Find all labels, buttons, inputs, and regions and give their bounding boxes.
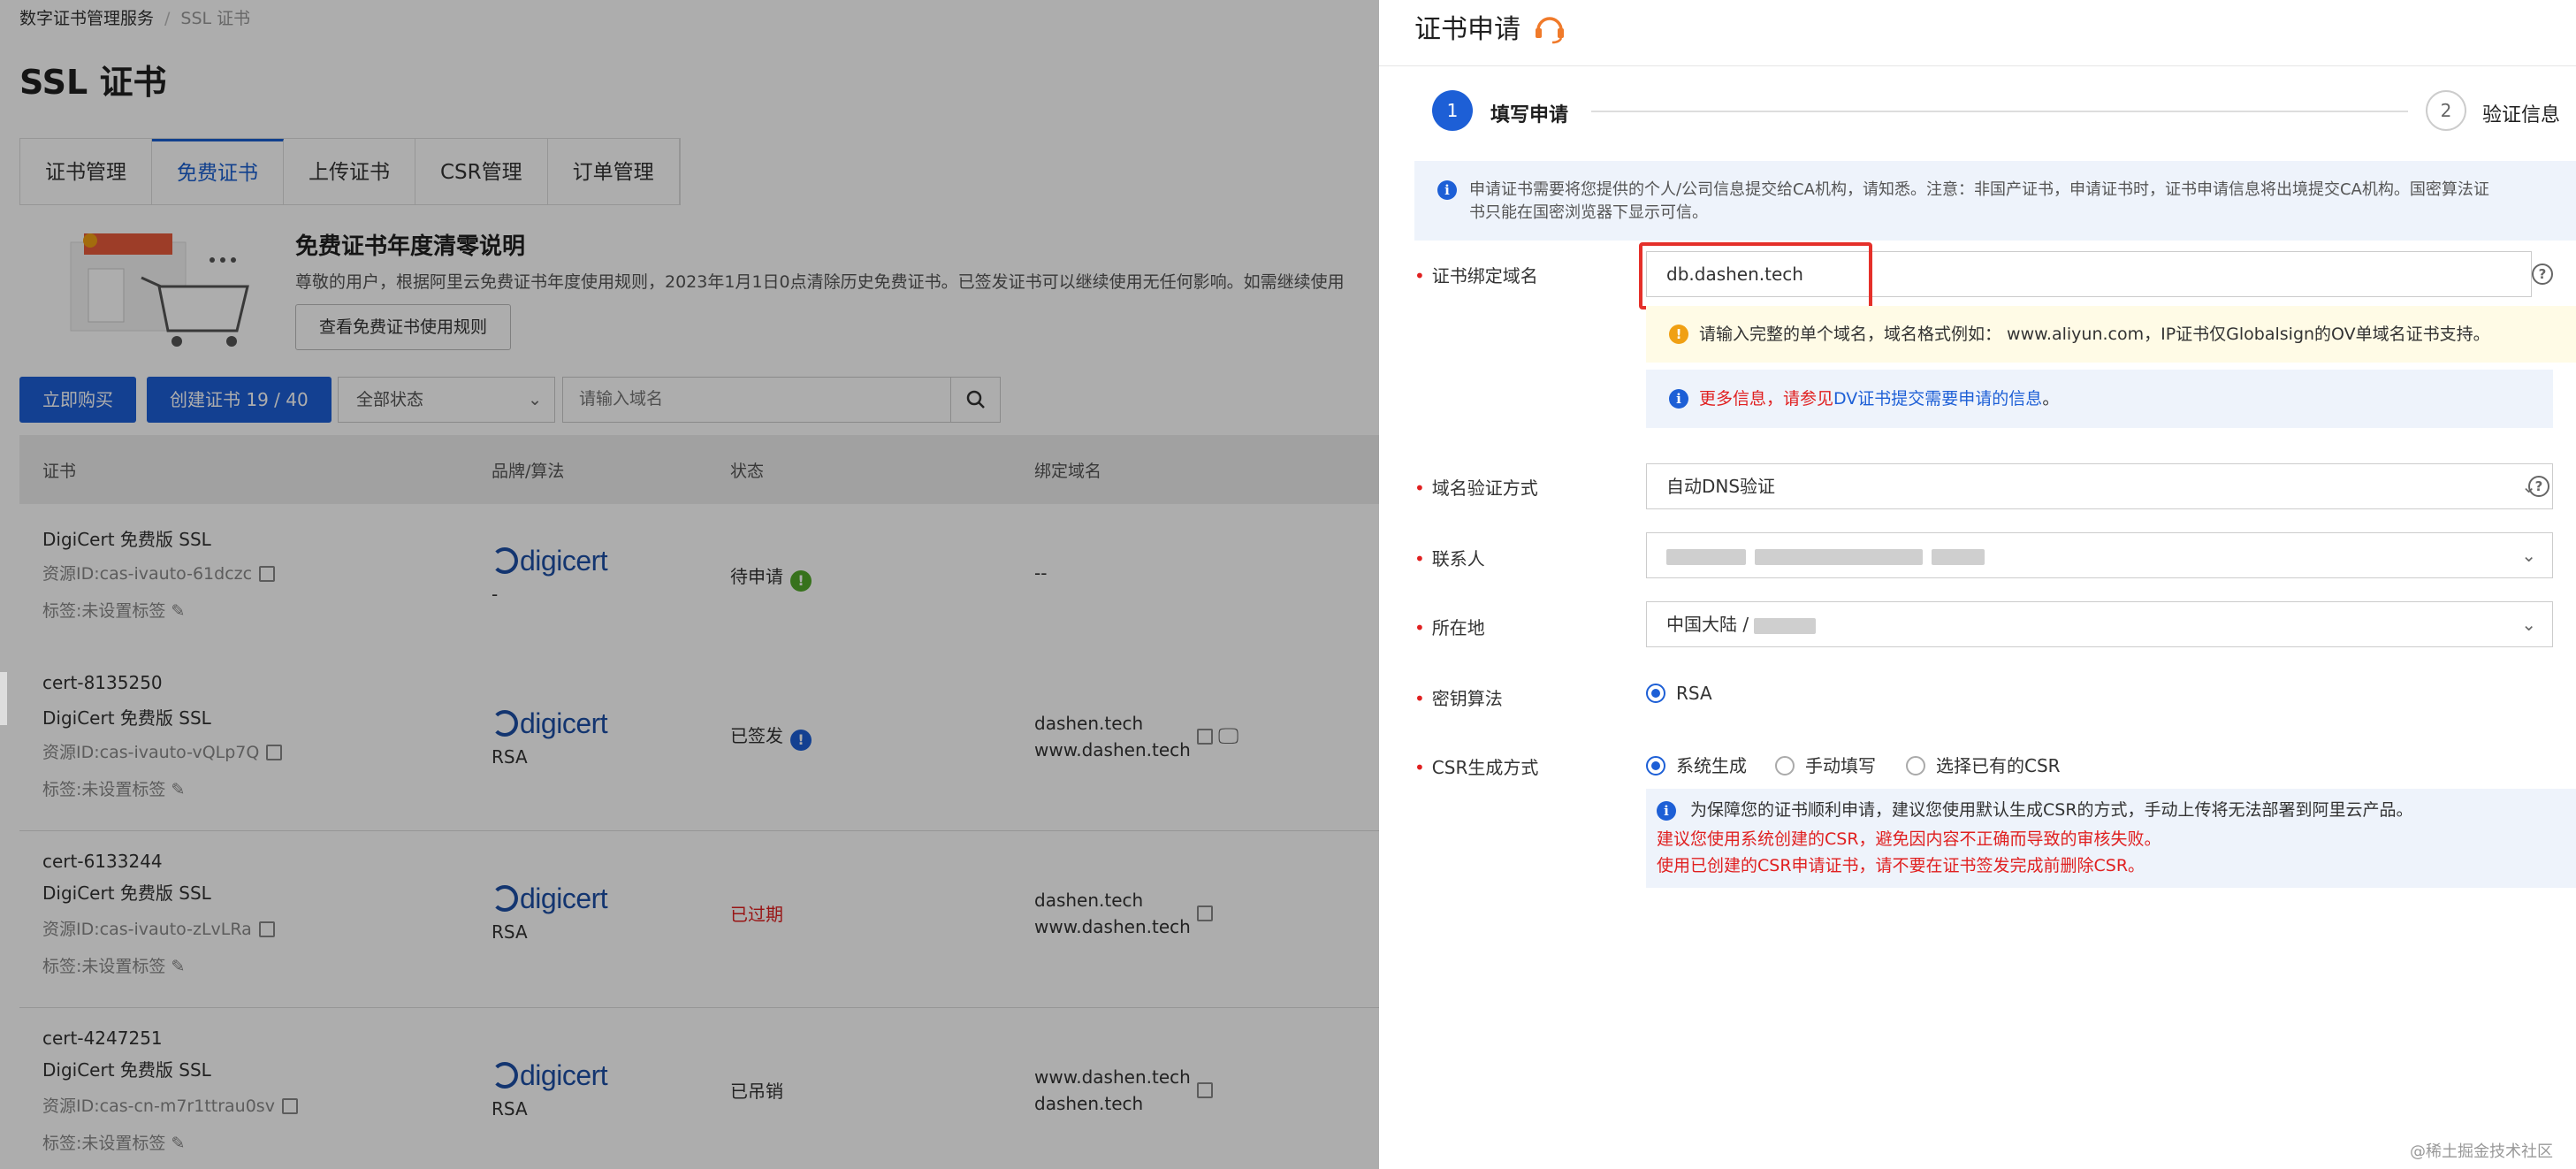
step-2-label: 验证信息 (2482, 104, 2561, 126)
chevron-down-icon: ⌄ (2521, 614, 2536, 635)
dv-info-link[interactable]: DV证书提交需要申请的信息 (1833, 389, 2042, 409)
radio-existing-csr[interactable]: 选择已有的CSR (1906, 752, 2061, 777)
warning-icon: ! (1669, 325, 1688, 344)
ca-info-line2: 书只能在国密浏览器下显示可信。 (1469, 203, 1708, 222)
key-algo-label: • 密钥算法 (1414, 688, 1503, 709)
info-icon: i (1437, 180, 1457, 200)
location-select[interactable]: 中国大陆 / ⌄ (1646, 601, 2553, 647)
radio-rsa[interactable]: RSA (1646, 683, 1712, 704)
contact-select[interactable]: ⌄ (1646, 532, 2553, 578)
help-icon[interactable]: ? (2528, 476, 2549, 497)
headset-support-icon[interactable] (1531, 9, 1568, 44)
blurred-location (1754, 617, 1817, 634)
radio-system-generate[interactable]: 系统生成 (1646, 752, 1747, 777)
csr-note: i 为保障您的证书顺利申请，建议您使用默认生成CSR的方式，手动上传将无法部署到… (1646, 789, 2576, 888)
drawer-title: 证书申请 (1414, 14, 1520, 45)
help-icon[interactable]: ? (2532, 264, 2553, 285)
watermark: @稀土掘金技术社区 (2410, 1142, 2553, 1161)
step-connector (1591, 111, 2408, 112)
ca-info-line1: 申请证书需要将您提供的个人/公司信息提交给CA机构，请知悉。注意：非国产证书，申… (1469, 180, 2489, 199)
radio-manual-fill[interactable]: 手动填写 (1775, 752, 1876, 777)
verify-method-select[interactable]: 自动DNS验证 ⌄ (1646, 463, 2553, 509)
drawer-divider (1379, 65, 2576, 66)
location-label: • 所在地 (1414, 617, 1485, 638)
domain-label: • 证书绑定域名 (1414, 265, 1538, 287)
more-info-hint: i 更多信息，请参见DV证书提交需要申请的信息。 (1646, 370, 2553, 428)
domain-format-hint: ! 请输入完整的单个域名，域名格式例如： www.aliyun.com，IP证书… (1646, 306, 2576, 363)
side-collapse-handle[interactable] (0, 672, 7, 725)
contact-label: • 联系人 (1414, 548, 1485, 569)
blurred-contact (1666, 548, 1746, 565)
info-icon: i (1657, 801, 1676, 821)
domain-highlight-box (1639, 242, 1872, 309)
chevron-down-icon: ⌄ (2521, 545, 2536, 566)
csr-method-label: • CSR生成方式 (1414, 757, 1539, 778)
step-1-label: 填写申请 (1490, 104, 1569, 126)
cert-apply-drawer: 证书申请 1 填写申请 2 验证信息 i 申请证书需要将您提供的个人/公司信息提… (1379, 0, 2576, 1169)
step-1-indicator: 1 (1432, 90, 1473, 131)
step-2-indicator: 2 (2426, 90, 2466, 131)
verify-method-label: • 域名验证方式 (1414, 478, 1538, 499)
ca-info-notice: i 申请证书需要将您提供的个人/公司信息提交给CA机构，请知悉。注意：非国产证书… (1414, 161, 2576, 241)
modal-backdrop[interactable] (0, 0, 1379, 1169)
info-icon: i (1669, 389, 1688, 409)
